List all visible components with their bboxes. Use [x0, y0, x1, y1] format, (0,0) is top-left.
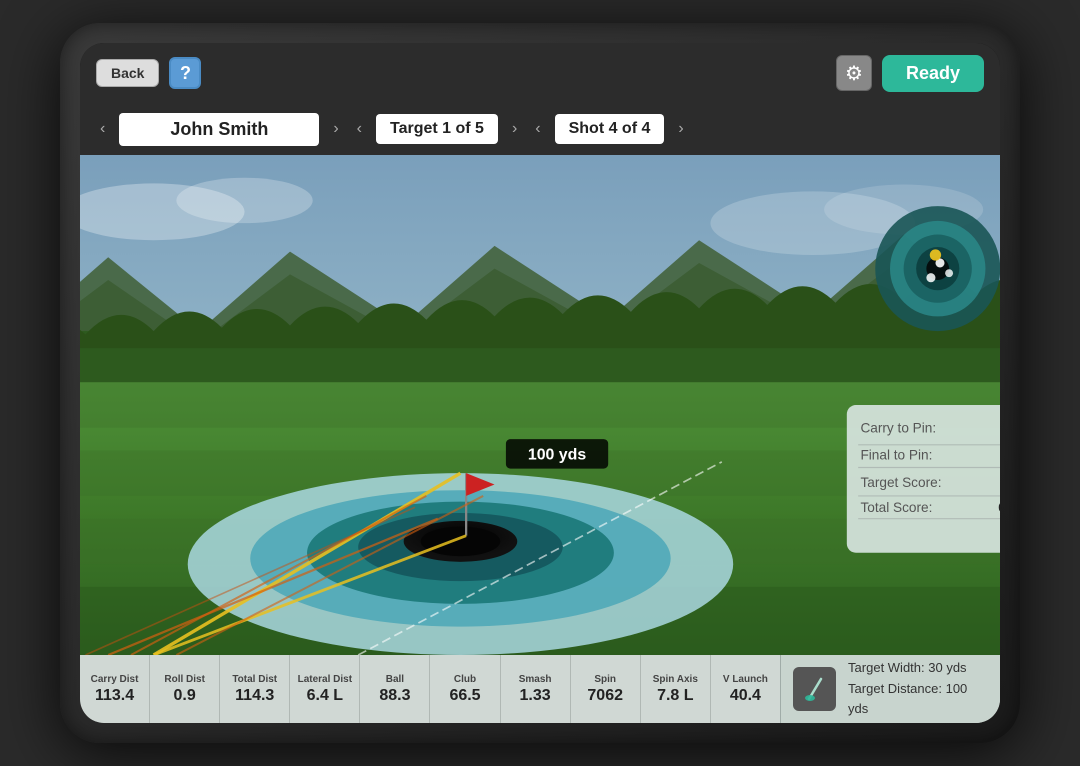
svg-text:63/100: 63/100 [998, 500, 1000, 515]
col-header-1: Roll Dist [164, 674, 205, 685]
col-header-4: Ball [386, 674, 404, 685]
svg-text:Total Score:: Total Score: [860, 500, 932, 515]
shot-selector[interactable]: Shot 4 of 4 [555, 114, 665, 144]
svg-text:100 yds: 100 yds [528, 447, 586, 464]
col-header-0: Carry Dist [91, 674, 139, 685]
svg-text:Final to Pin:: Final to Pin: [860, 448, 932, 463]
data-col-6: Smash 1.33 [501, 655, 571, 723]
tablet-screen: Back ? ⚙ Ready ‹ John Smith › ‹ Target 1… [80, 43, 1000, 723]
col-value-5: 66.5 [449, 687, 480, 705]
col-value-4: 88.3 [379, 687, 410, 705]
nav-bar: ‹ John Smith › ‹ Target 1 of 5 › ‹ Shot … [80, 103, 1000, 155]
col-value-9: 40.4 [730, 687, 761, 705]
target-info-text: Target Width: 30 yds Target Distance: 10… [848, 658, 988, 720]
col-header-7: Spin [594, 674, 616, 685]
club-icon [793, 667, 836, 711]
ready-button[interactable]: Ready [882, 55, 984, 92]
back-button[interactable]: Back [96, 59, 159, 87]
col-header-8: Spin Axis [653, 674, 698, 685]
shot-prev-arrow[interactable]: ‹ [531, 120, 544, 138]
data-columns: Carry Dist 113.4 Roll Dist 0.9 Total Dis… [80, 655, 780, 723]
top-bar: Back ? ⚙ Ready [80, 43, 1000, 103]
main-view: 100 yds Carry to Pin: [80, 155, 1000, 655]
target-next-arrow[interactable]: › [508, 120, 521, 138]
scene-svg: 100 yds Carry to Pin: [80, 155, 1000, 655]
player-prev-arrow[interactable]: ‹ [96, 120, 109, 138]
col-value-6: 1.33 [520, 687, 551, 705]
data-bar: Carry Dist 113.4 Roll Dist 0.9 Total Dis… [80, 655, 1000, 723]
player-next-arrow[interactable]: › [329, 120, 342, 138]
col-header-2: Total Dist [232, 674, 277, 685]
player-name-selector[interactable]: John Smith [119, 113, 319, 146]
col-value-8: 7.8 L [657, 687, 693, 705]
data-col-1: Roll Dist 0.9 [150, 655, 220, 723]
help-button[interactable]: ? [169, 57, 201, 89]
col-value-1: 0.9 [174, 687, 196, 705]
data-col-9: V Launch 40.4 [711, 655, 780, 723]
data-col-2: Total Dist 114.3 [220, 655, 290, 723]
col-header-3: Lateral Dist [298, 674, 352, 685]
shot-next-arrow[interactable]: › [674, 120, 687, 138]
svg-text:Carry to Pin:: Carry to Pin: [860, 420, 936, 435]
data-col-0: Carry Dist 113.4 [80, 655, 150, 723]
svg-text:Target Score:: Target Score: [860, 475, 941, 490]
target-info-box: Target Width: 30 yds Target Distance: 10… [780, 655, 1000, 723]
col-header-5: Club [454, 674, 476, 685]
data-col-5: Club 66.5 [430, 655, 500, 723]
target-selector[interactable]: Target 1 of 5 [376, 114, 498, 144]
col-value-3: 6.4 L [307, 687, 343, 705]
target-prev-arrow[interactable]: ‹ [353, 120, 366, 138]
target-distance-label: Target Distance: 100 yds [848, 679, 988, 721]
col-value-0: 113.4 [95, 687, 134, 705]
target-width-label: Target Width: 30 yds [848, 658, 988, 679]
col-header-9: V Launch [723, 674, 768, 685]
col-value-2: 114.3 [235, 687, 274, 705]
settings-button[interactable]: ⚙ [836, 55, 872, 91]
data-col-4: Ball 88.3 [360, 655, 430, 723]
col-value-7: 7062 [587, 687, 623, 705]
col-header-6: Smash [519, 674, 552, 685]
tablet-device: Back ? ⚙ Ready ‹ John Smith › ‹ Target 1… [60, 23, 1020, 743]
data-col-7: Spin 7062 [571, 655, 641, 723]
data-col-3: Lateral Dist 6.4 L [290, 655, 360, 723]
data-col-8: Spin Axis 7.8 L [641, 655, 711, 723]
